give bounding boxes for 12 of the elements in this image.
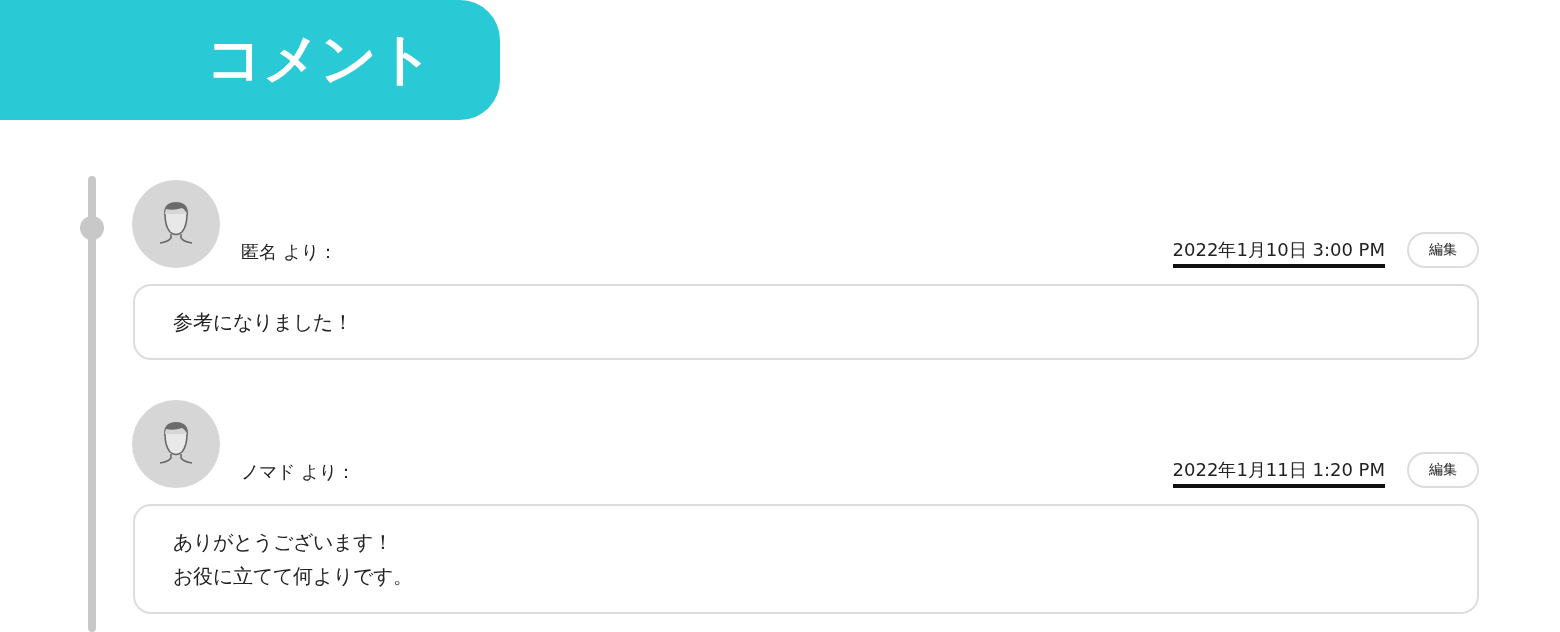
section-title: コメント xyxy=(206,25,434,93)
comment-date-link[interactable]: 2022年1月10日 3:00 PM xyxy=(1172,238,1385,268)
comment-text: 参考になりました！ xyxy=(173,309,354,336)
comment-text: お役に立てて何よりです。 xyxy=(173,563,414,590)
edit-button[interactable]: 編集 xyxy=(1407,232,1479,268)
avatar-icon xyxy=(132,400,220,488)
edit-button[interactable]: 編集 xyxy=(1407,452,1479,488)
author-name: 匿名 より： xyxy=(241,240,337,264)
comment-date-link[interactable]: 2022年1月11日 1:20 PM xyxy=(1172,458,1385,488)
author-name: ノマド より： xyxy=(241,460,355,484)
comment-text: ありがとうございます！ xyxy=(173,529,394,556)
avatar-icon xyxy=(132,180,220,268)
